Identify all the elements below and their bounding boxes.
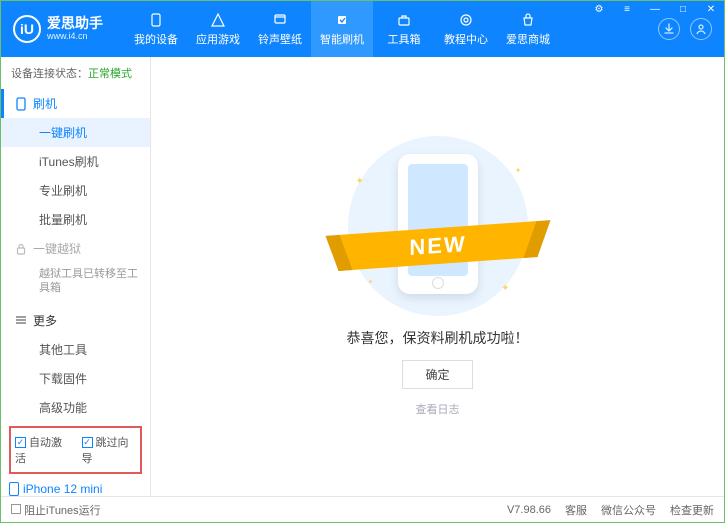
maximize-icon[interactable]: □	[669, 0, 697, 18]
nav-apps-icon	[209, 11, 227, 29]
footer: 阻止iTunes运行 V7.98.66 客服 微信公众号 检查更新	[1, 496, 724, 522]
options-highlight-box: ✓自动激活 ✓跳过向导	[9, 426, 142, 474]
nav-label: 铃声壁纸	[258, 31, 302, 47]
version-label: V7.98.66	[507, 504, 551, 516]
brand: iU 爱思助手 www.i4.cn	[5, 15, 125, 43]
section-jailbreak-title: 一键越狱	[33, 240, 81, 257]
view-log-link[interactable]: 查看日志	[416, 401, 460, 417]
main-content: NEW ✦ ✦ ✦ ✦ 恭喜您，保资料刷机成功啦！ 确定 查看日志	[151, 57, 724, 496]
section-more[interactable]: 更多	[1, 306, 150, 335]
device-name: iPhone 12 mini	[23, 482, 102, 496]
user-icon[interactable]	[690, 18, 712, 40]
more-sub-item[interactable]: 下载固件	[1, 364, 150, 393]
wechat-link[interactable]: 微信公众号	[601, 502, 656, 518]
nav-tutorials-icon	[457, 11, 475, 29]
menu-icon[interactable]: ≡	[613, 0, 641, 18]
nav-store[interactable]: 爱思商城	[497, 1, 559, 57]
flash-sub-item[interactable]: 专业刷机	[1, 176, 150, 205]
section-flash[interactable]: 刷机	[1, 89, 150, 118]
nav-label: 智能刷机	[320, 31, 364, 47]
section-more-title: 更多	[33, 312, 57, 329]
phone-icon	[15, 98, 27, 110]
success-illustration: NEW ✦ ✦ ✦ ✦	[348, 136, 528, 316]
settings-icon[interactable]: ⚙	[585, 0, 613, 18]
nav-label: 我的设备	[134, 31, 178, 47]
nav-flash[interactable]: 智能刷机	[311, 1, 373, 57]
connection-status: 设备连接状态：正常模式	[1, 57, 150, 89]
brand-title: 爱思助手	[47, 16, 103, 31]
status-label: 设备连接状态：	[11, 68, 88, 80]
status-value: 正常模式	[88, 68, 132, 80]
section-flash-title: 刷机	[33, 95, 57, 112]
brand-logo-icon: iU	[13, 15, 41, 43]
auto-activate-checkbox[interactable]: ✓自动激活	[15, 434, 70, 466]
nav-my-device[interactable]: 我的设备	[125, 1, 187, 57]
nav-toolbox-icon	[395, 11, 413, 29]
nav-label: 教程中心	[444, 31, 488, 47]
flash-sub-item[interactable]: iTunes刷机	[1, 147, 150, 176]
nav-flash-icon	[333, 11, 351, 29]
block-itunes-label: 阻止iTunes运行	[24, 505, 101, 517]
jailbreak-note: 越狱工具已转移至工具箱	[1, 263, 150, 306]
nav-tutorials[interactable]: 教程中心	[435, 1, 497, 57]
nav-apps[interactable]: 应用游戏	[187, 1, 249, 57]
flash-sub-item[interactable]: 批量刷机	[1, 205, 150, 234]
window-controls: ⚙ ≡ — □ ✕	[585, 0, 725, 18]
customer-service-link[interactable]: 客服	[565, 502, 587, 518]
nav-my-device-icon	[147, 11, 165, 29]
more-sub-item[interactable]: 高级功能	[1, 393, 150, 422]
check-update-link[interactable]: 检查更新	[670, 502, 714, 518]
sidebar: 设备连接状态：正常模式 刷机 一键刷机iTunes刷机专业刷机批量刷机 一键越狱…	[1, 57, 151, 496]
more-icon	[15, 314, 27, 326]
more-sub-item[interactable]: 其他工具	[1, 335, 150, 364]
section-jailbreak: 一键越狱	[1, 234, 150, 263]
nav-ringtones-icon	[271, 11, 289, 29]
close-icon[interactable]: ✕	[697, 0, 725, 18]
nav-ringtones[interactable]: 铃声壁纸	[249, 1, 311, 57]
flash-sub-item[interactable]: 一键刷机	[1, 118, 150, 147]
nav-bar: 我的设备 应用游戏 铃声壁纸 智能刷机 工具箱 教程中心 爱思商城	[125, 1, 658, 57]
nav-store-icon	[519, 11, 537, 29]
minimize-icon[interactable]: —	[641, 0, 669, 18]
nav-label: 工具箱	[388, 31, 421, 47]
block-itunes-checkbox[interactable]: 阻止iTunes运行	[11, 502, 101, 518]
nav-label: 应用游戏	[196, 31, 240, 47]
download-icon[interactable]	[658, 18, 680, 40]
nav-label: 爱思商城	[506, 31, 550, 47]
lock-icon	[15, 243, 27, 255]
brand-subtitle: www.i4.cn	[47, 32, 103, 42]
device-info[interactable]: iPhone 12 mini 64GB Down-12mini-13,1	[9, 482, 142, 496]
success-message: 恭喜您，保资料刷机成功啦！	[347, 328, 529, 348]
ok-button[interactable]: 确定	[402, 360, 472, 389]
nav-toolbox[interactable]: 工具箱	[373, 1, 435, 57]
device-icon	[9, 482, 19, 496]
skip-wizard-checkbox[interactable]: ✓跳过向导	[82, 434, 137, 466]
